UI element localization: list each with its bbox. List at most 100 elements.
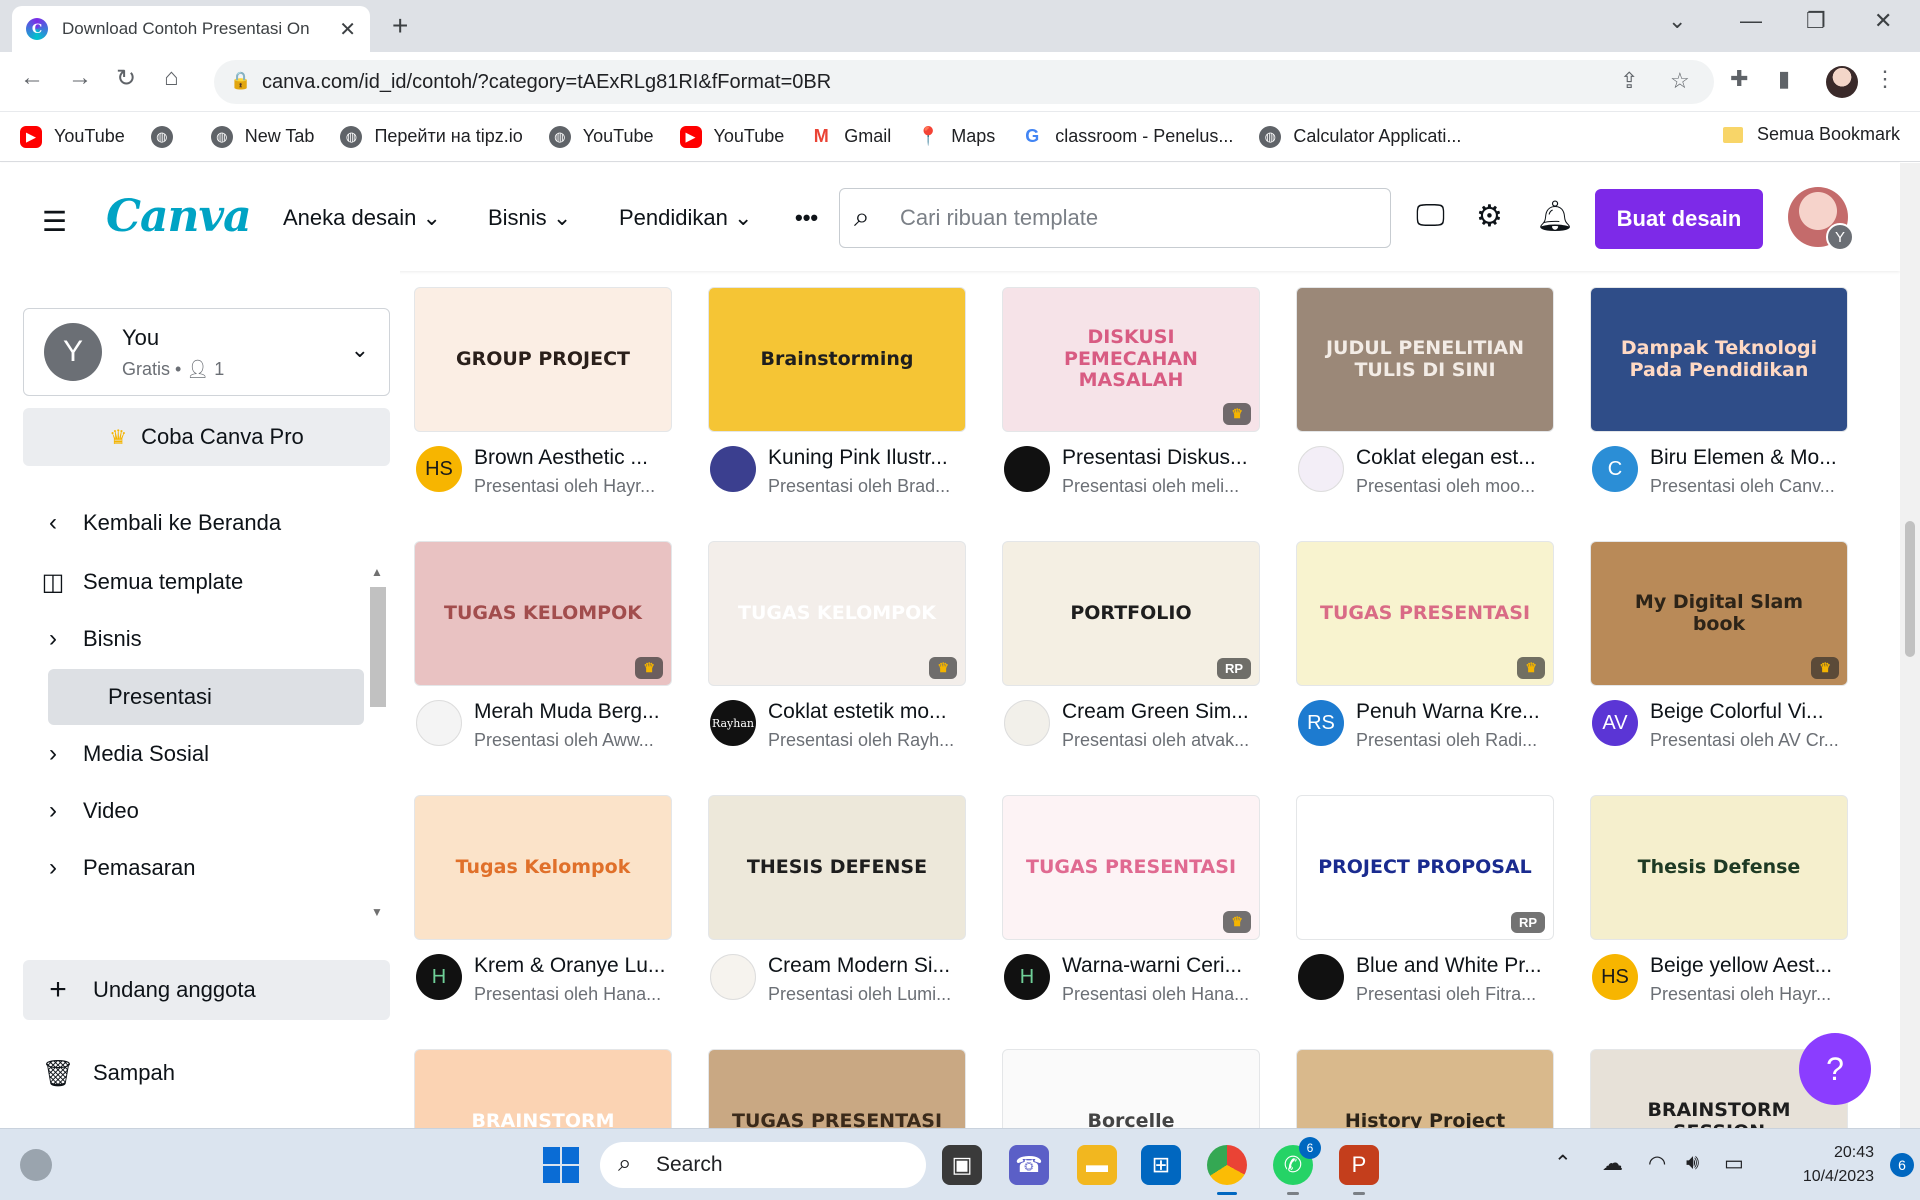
scrollbar-thumb[interactable] xyxy=(370,587,386,707)
template-thumbnail[interactable]: GROUP PROJECT xyxy=(414,287,672,432)
bookmark-item[interactable]: Gclassroom - Penelus... xyxy=(1021,125,1233,148)
bookmark-star-icon[interactable]: ☆ xyxy=(1670,68,1690,94)
template-thumbnail[interactable]: Dampak Teknologi Pada Pendidikan xyxy=(1590,287,1848,432)
template-card[interactable]: JUDUL PENELITIAN TULIS DI SINI Coklat ele… xyxy=(1296,287,1554,508)
template-author[interactable]: Presentasi oleh Fitra... xyxy=(1356,984,1556,1005)
template-title[interactable]: Cream Modern Si... xyxy=(768,954,968,978)
bookmark-item[interactable]: ▶ YouTube xyxy=(679,125,784,148)
template-thumbnail[interactable]: PORTFOLIO RP xyxy=(1002,541,1260,686)
close-tab-icon[interactable]: ✕ xyxy=(339,17,356,42)
template-card[interactable]: TUGAS PRESENTASI xyxy=(708,1049,966,1128)
template-thumbnail[interactable]: TUGAS PRESENTASI ♛ xyxy=(1002,795,1260,940)
template-title[interactable]: Cream Green Sim... xyxy=(1062,700,1262,724)
clock[interactable]: 20:43 10/4/2023 xyxy=(1794,1141,1874,1189)
template-author[interactable]: Presentasi oleh atvak... xyxy=(1062,730,1262,751)
template-author[interactable]: Presentasi oleh Brad... xyxy=(768,476,968,497)
template-card[interactable]: Dampak Teknologi Pada Pendidikan C Biru El… xyxy=(1590,287,1848,508)
template-author[interactable]: Presentasi oleh Hana... xyxy=(1062,984,1262,1005)
bookmark-item[interactable]: ◍ xyxy=(150,125,185,148)
template-title[interactable]: Krem & Oranye Lu... xyxy=(474,954,674,978)
template-author[interactable]: Presentasi oleh Hana... xyxy=(474,984,674,1005)
template-title[interactable]: Brown Aesthetic ... xyxy=(474,446,674,470)
account-switcher[interactable]: Y You Gratis • 👤︎ 1 ⌄ xyxy=(23,308,390,396)
creator-avatar[interactable]: H xyxy=(1004,954,1050,1000)
bookmark-item[interactable]: M Gmail xyxy=(810,125,891,148)
template-author[interactable]: Presentasi oleh Canv... xyxy=(1650,476,1850,497)
template-thumbnail[interactable]: Borcelle xyxy=(1002,1049,1260,1128)
template-author[interactable]: Presentasi oleh Aww... xyxy=(474,730,674,751)
sidebar-item-pemasaran[interactable]: › Pemasaran xyxy=(23,840,363,896)
template-author[interactable]: Presentasi oleh AV Cr... xyxy=(1650,730,1850,751)
template-card[interactable]: Brainstorming Kuning Pink Ilustr... Presen… xyxy=(708,287,966,508)
template-card[interactable]: TUGAS PRESENTASI ♛ RS Penuh Warna Kre... Pre… xyxy=(1296,541,1554,762)
creator-avatar[interactable]: H xyxy=(416,954,462,1000)
template-author[interactable]: Presentasi oleh Rayh... xyxy=(768,730,968,751)
template-thumbnail[interactable]: PROJECT PROPOSAL RP xyxy=(1296,795,1554,940)
extensions-icon[interactable]: ✚ xyxy=(1730,66,1748,92)
template-author[interactable]: Presentasi oleh moo... xyxy=(1356,476,1556,497)
template-card[interactable]: Thesis Defense HS Beige yellow Aest... Pres… xyxy=(1590,795,1848,1016)
forward-icon[interactable]: → xyxy=(68,64,92,92)
notification-bell-icon[interactable]: 🔔︎ xyxy=(1536,199,1574,234)
home-icon[interactable]: ⌂ xyxy=(164,64,179,92)
sidebar-item-media-sosial[interactable]: › Media Sosial xyxy=(23,726,363,782)
creator-avatar[interactable] xyxy=(1004,446,1050,492)
template-thumbnail[interactable]: BRAINSTORM xyxy=(414,1049,672,1128)
volume-icon[interactable]: 🔊︎ xyxy=(1686,1151,1699,1175)
whatsapp-icon[interactable]: ✆ 6 xyxy=(1273,1137,1321,1195)
restore-icon[interactable]: ❐ xyxy=(1806,8,1826,34)
settings-gear-icon[interactable]: ⚙ xyxy=(1476,199,1503,234)
side-panel-icon[interactable]: ▮ xyxy=(1778,66,1790,92)
template-author[interactable]: Presentasi oleh Hayr... xyxy=(1650,984,1850,1005)
template-title[interactable]: Beige yellow Aest... xyxy=(1650,954,1850,978)
template-card[interactable]: GROUP PROJECT HS Brown Aesthetic ... Presen… xyxy=(414,287,672,508)
taskbar-search[interactable]: ⌕ Search xyxy=(600,1142,926,1188)
creator-avatar[interactable] xyxy=(1298,446,1344,492)
battery-icon[interactable]: ▭ xyxy=(1724,1151,1744,1176)
template-thumbnail[interactable]: My Digital Slam book ♛ xyxy=(1590,541,1848,686)
microsoft-store-icon[interactable]: ⊞ xyxy=(1141,1145,1181,1185)
creator-avatar[interactable]: Rayhan xyxy=(710,700,756,746)
creator-avatar[interactable] xyxy=(710,954,756,1000)
template-card[interactable]: DISKUSI PEMECAHAN MASALAH ♛ Presentasi Dis… xyxy=(1002,287,1260,508)
teams-chat-icon[interactable]: ☎ xyxy=(1009,1145,1049,1185)
template-thumbnail[interactable]: History Project xyxy=(1296,1049,1554,1128)
template-title[interactable]: Biru Elemen & Mo... xyxy=(1650,446,1850,470)
minimize-icon[interactable]: — xyxy=(1740,8,1762,34)
create-design-button[interactable]: Buat desain xyxy=(1595,189,1763,249)
browser-tab[interactable]: C Download Contoh Presentasi On ✕ xyxy=(12,6,370,52)
template-author[interactable]: Presentasi oleh Hayr... xyxy=(474,476,674,497)
template-thumbnail[interactable]: TUGAS KELOMPOK ♛ xyxy=(414,541,672,686)
template-card[interactable]: My Digital Slam book ♛ AV Beige Colorful Vi… xyxy=(1590,541,1848,762)
all-templates[interactable]: ◫ Semua template xyxy=(23,554,363,610)
template-title[interactable]: Presentasi Diskus... xyxy=(1062,446,1262,470)
new-tab-button[interactable]: + xyxy=(392,10,408,42)
page-scrollbar[interactable] xyxy=(1900,163,1920,1128)
creator-avatar[interactable] xyxy=(416,700,462,746)
sidebar-scrollbar[interactable]: ▲ ▼ xyxy=(367,565,389,920)
share-icon[interactable]: ⇪ xyxy=(1620,68,1638,94)
template-thumbnail[interactable]: DISKUSI PEMECAHAN MASALAH ♛ xyxy=(1002,287,1260,432)
template-thumbnail[interactable]: TUGAS PRESENTASI ♛ xyxy=(1296,541,1554,686)
template-card[interactable]: TUGAS KELOMPOK ♛ Merah Muda Berg... Present… xyxy=(414,541,672,762)
template-title[interactable]: Warna-warni Ceri... xyxy=(1062,954,1262,978)
creator-avatar[interactable]: HS xyxy=(1592,954,1638,1000)
template-card[interactable]: TUGAS KELOMPOK ♛ Rayhan Coklat estetik mo..… xyxy=(708,541,966,762)
all-bookmarks[interactable]: Semua Bookmark xyxy=(1722,124,1900,145)
bookmark-item[interactable]: ◍ Перейти на tipz.io xyxy=(340,125,523,148)
onedrive-icon[interactable]: ☁ xyxy=(1602,1151,1623,1176)
bookmark-item[interactable]: ▶ YouTube xyxy=(20,125,125,148)
nav-bisnis[interactable]: Bisnis ⌄ xyxy=(488,205,571,231)
creator-avatar[interactable]: RS xyxy=(1298,700,1344,746)
creator-avatar[interactable] xyxy=(710,446,756,492)
template-card[interactable]: BRAINSTORM xyxy=(414,1049,672,1128)
template-search-input[interactable]: ⌕ Cari ribuan template xyxy=(839,188,1391,248)
back-icon[interactable]: ← xyxy=(20,64,44,92)
scroll-up-icon[interactable]: ▲ xyxy=(371,565,383,579)
trash-item[interactable]: 🗑 Sampah xyxy=(23,1043,390,1103)
task-view-icon[interactable]: ▣ xyxy=(942,1145,982,1185)
template-card[interactable]: THESIS DEFENSE Cream Modern Si... Presenta… xyxy=(708,795,966,1016)
scroll-down-icon[interactable]: ▼ xyxy=(371,905,383,919)
template-author[interactable]: Presentasi oleh Lumi... xyxy=(768,984,968,1005)
creator-avatar[interactable]: HS xyxy=(416,446,462,492)
